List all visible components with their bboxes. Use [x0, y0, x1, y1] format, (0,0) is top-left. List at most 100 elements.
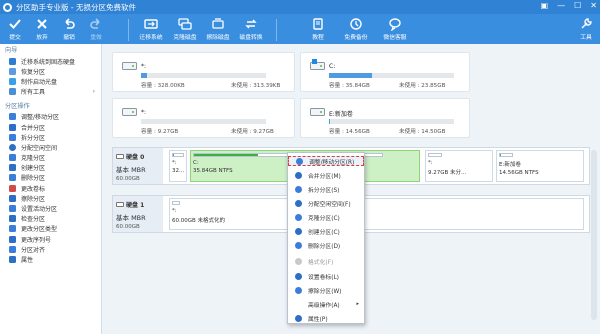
- capacity-text: 容量 : 35.84GB: [329, 83, 370, 89]
- resize-icon: [9, 113, 16, 121]
- maximize-button[interactable]: ☐: [574, 1, 581, 10]
- scrollbar[interactable]: [591, 150, 597, 320]
- check-icon: [9, 19, 21, 29]
- recover-icon: [9, 67, 16, 75]
- migrate-icon: [144, 19, 158, 29]
- section-wizard: 向导: [5, 47, 18, 54]
- sidebar: 向导 迁移系统到固态硬盘 恢复分区 制作启动光盘 所有工具 › 分区操作 调整/移…: [0, 44, 102, 334]
- redo-button[interactable]: 重做: [83, 14, 109, 44]
- sidebar-item-merge[interactable]: 合并分区: [0, 122, 101, 132]
- partition-card[interactable]: *: 容量 : 9.27GB 未使用 : 9.27GB: [112, 98, 295, 138]
- migrate-icon: [9, 57, 16, 65]
- menu-item-format-disabled: 格式化(F): [288, 256, 364, 266]
- menu-item-set-label[interactable]: 设置卷标(L): [288, 271, 364, 281]
- sidebar-item-properties[interactable]: 属性: [0, 254, 101, 264]
- sidebar-item-recover-partition[interactable]: 恢复分区: [0, 66, 101, 76]
- free-text: 未使用 : 313.39KB: [231, 83, 281, 89]
- tutorial-button[interactable]: 教程: [305, 14, 331, 44]
- sidebar-item-boot-disc[interactable]: 制作启动光盘: [0, 76, 101, 86]
- create-icon: [295, 227, 302, 235]
- sidebar-item-serial[interactable]: 更改序列号: [0, 234, 101, 244]
- free-text: 未使用 : 23.85GB: [399, 83, 446, 89]
- sidebar-item-all-tools[interactable]: 所有工具 ›: [0, 87, 101, 97]
- wipe-icon: [295, 286, 302, 294]
- sidebar-item-delete[interactable]: 删除分区: [0, 173, 101, 183]
- sidebar-item-allocate[interactable]: 分配空闲空间: [0, 142, 101, 152]
- disk-icon: [310, 108, 325, 116]
- sidebar-item-change-type[interactable]: 更改分区类型: [0, 224, 101, 234]
- tools-icon: [9, 88, 16, 96]
- delete-icon: [9, 174, 16, 182]
- disk-info: 硬盘 0 基本 MBR 60.00GB: [113, 148, 163, 184]
- partition-block[interactable]: E:新加卷 14.56GB NTFS: [496, 150, 584, 182]
- menu-item-advanced[interactable]: 高级操作(A) ▸: [288, 299, 364, 309]
- disk-icon: [122, 62, 137, 70]
- menu-item-delete[interactable]: 删除分区(D): [288, 240, 364, 250]
- toolbar-divider: [276, 19, 277, 41]
- sidebar-item-migrate-ssd[interactable]: 迁移系统到固态硬盘: [0, 56, 101, 66]
- format-icon: [295, 257, 302, 265]
- window-title: 分区助手专业版 - 无损分区免费软件: [16, 2, 136, 12]
- wechat-support-button[interactable]: 微信客服: [380, 14, 410, 44]
- clone-icon: [295, 213, 302, 221]
- clone-icon: [9, 154, 16, 162]
- close-button[interactable]: ✕: [590, 1, 597, 10]
- active-icon: [9, 205, 16, 213]
- tools-button[interactable]: 工具: [574, 14, 598, 44]
- sidebar-item-clone[interactable]: 克隆分区: [0, 153, 101, 163]
- convert-disk-button[interactable]: 磁盘转换: [236, 14, 266, 44]
- chat-icon: [389, 18, 401, 31]
- sidebar-item-label[interactable]: 更改卷标: [0, 183, 101, 193]
- migrate-os-button[interactable]: 迁移系统: [136, 14, 166, 44]
- partition-card[interactable]: *: 容量 : 328.00KB 未使用 : 313.39KB: [112, 52, 295, 92]
- capacity-text: 容量 : 9.27GB: [141, 129, 179, 135]
- commit-button[interactable]: 提交: [2, 14, 28, 44]
- convert-disk-icon: [245, 19, 257, 29]
- menu-item-split[interactable]: 拆分分区(S): [288, 184, 364, 194]
- partition-name: *:: [141, 109, 147, 116]
- tools-icon: [581, 18, 592, 29]
- menu-item-create[interactable]: 创建分区(C): [288, 226, 364, 236]
- sidebar-item-wipe[interactable]: 擦除分区: [0, 193, 101, 203]
- partition-block[interactable]: *: 9.27GB 未分...: [425, 150, 493, 182]
- section-partition-ops: 分区操作: [5, 102, 30, 110]
- partition-card[interactable]: E:新加卷 容量 : 14.56GB 未使用 : 14.50GB: [300, 98, 470, 138]
- minimize-button[interactable]: —: [557, 1, 565, 10]
- book-icon: [313, 18, 323, 30]
- menu-item-resize[interactable]: 调整/移动分区(R): [288, 156, 364, 166]
- toolbar: 提交 放弃 撤销 重做 迁移系统 克隆磁盘 擦除磁盘 磁盘转换 教程 免费备份 …: [0, 14, 600, 44]
- partition-block[interactable]: *: 60.00GB 未格式化的: [169, 198, 584, 230]
- clone-disk-button[interactable]: 克隆磁盘: [170, 14, 200, 44]
- free-text: 未使用 : 9.27GB: [231, 129, 274, 135]
- sidebar-item-split[interactable]: 拆分分区: [0, 132, 101, 142]
- menu-item-allocate[interactable]: 分配空闲空间(F): [288, 198, 364, 208]
- usage-bar: [329, 73, 454, 78]
- disk-info: 硬盘 1 基本 MBR 60.00GB: [113, 196, 163, 232]
- menu-item-properties[interactable]: 属性(P): [288, 313, 364, 323]
- usage-fill: [329, 73, 372, 78]
- sidebar-item-create[interactable]: 创建分区: [0, 163, 101, 173]
- sidebar-item-align[interactable]: 分区对齐: [0, 244, 101, 254]
- partition-card[interactable]: C: 容量 : 35.84GB 未使用 : 23.85GB: [300, 52, 470, 92]
- delete-icon: [295, 241, 302, 249]
- skin-button[interactable]: ▣: [541, 1, 549, 10]
- menu-item-wipe[interactable]: 擦除分区(W): [288, 285, 364, 295]
- label-icon: [295, 272, 302, 280]
- capacity-text: 容量 : 328.00KB: [141, 83, 185, 89]
- partition-name: *:: [141, 63, 147, 70]
- partition-block[interactable]: *: 32...: [169, 150, 187, 182]
- free-backup-button[interactable]: 免费备份: [341, 14, 371, 44]
- undo-icon: [65, 18, 75, 29]
- context-menu: 调整/移动分区(R) 合并分区(M) 拆分分区(S) 分配空闲空间(F) 克隆分…: [287, 152, 365, 324]
- sidebar-item-set-active[interactable]: 设置活动分区: [0, 203, 101, 213]
- sidebar-item-resize[interactable]: 调整/移动分区: [0, 112, 101, 122]
- label-icon: [9, 184, 16, 192]
- sidebar-item-check[interactable]: 检查分区: [0, 214, 101, 224]
- menu-item-merge[interactable]: 合并分区(M): [288, 170, 364, 180]
- allocate-icon: [295, 199, 302, 207]
- menu-item-clone[interactable]: 克隆分区(C): [288, 212, 364, 222]
- check-partition-icon: [9, 215, 16, 223]
- wipe-disk-button[interactable]: 擦除磁盘: [203, 14, 233, 44]
- undo-button[interactable]: 撤销: [56, 14, 82, 44]
- discard-button[interactable]: 放弃: [29, 14, 55, 44]
